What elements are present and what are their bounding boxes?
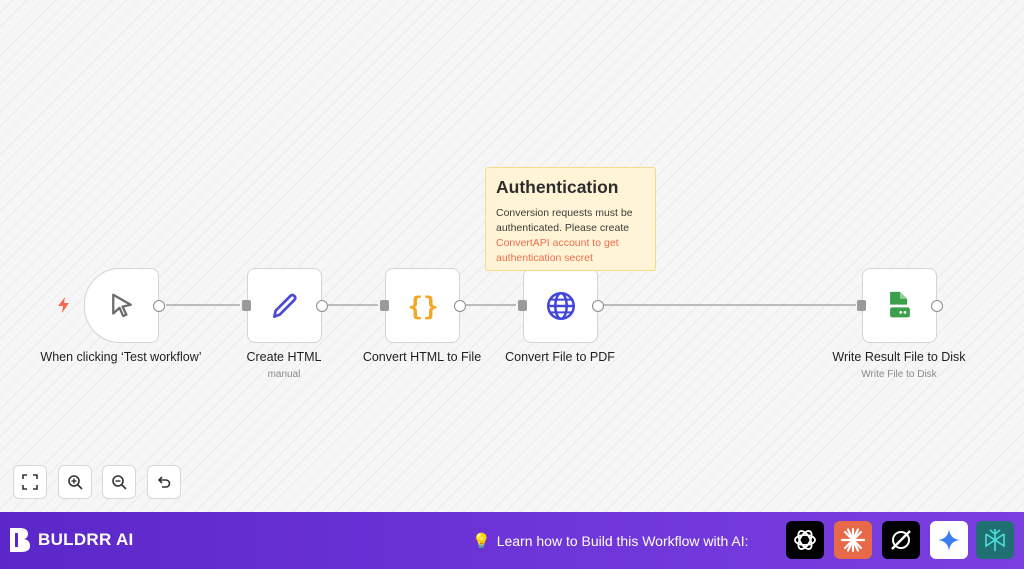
node-create-html-subtitle: manual: [267, 369, 301, 380]
node-convert-pdf[interactable]: [518, 268, 604, 343]
fit-view-icon: [22, 474, 38, 490]
node-write-file[interactable]: [857, 268, 943, 343]
grok-button[interactable]: [882, 521, 920, 559]
node-create-html[interactable]: [242, 268, 328, 343]
fit-view-button[interactable]: [13, 465, 47, 499]
workflow-canvas[interactable]: When clicking ‘Test workflow’ Create HTM…: [0, 0, 1024, 512]
perplexity-icon: [985, 529, 1005, 551]
learn-cta: 💡 Learn how to Build this Workflow with …: [472, 532, 749, 550]
reset-button[interactable]: [147, 465, 181, 499]
input-handle[interactable]: [380, 300, 389, 311]
output-handle[interactable]: [592, 300, 604, 312]
grok-icon: [891, 530, 911, 550]
brand-name: BULDRR AI: [38, 530, 134, 549]
output-handle[interactable]: [454, 300, 466, 312]
output-handle[interactable]: [316, 300, 328, 312]
learn-cta-text: Learn how to Build this Workflow with AI…: [496, 533, 749, 549]
code-braces-icon: {}: [407, 292, 438, 322]
svg-text:{}: {}: [407, 292, 438, 322]
undo-icon: [157, 476, 171, 488]
node-convert-html[interactable]: {}: [380, 268, 466, 343]
claude-icon: [840, 527, 866, 553]
file-disk-icon: [889, 291, 910, 317]
cursor-icon: [111, 293, 132, 317]
sticky-note-authentication[interactable]: Authentication Conversion requests must …: [485, 167, 656, 271]
sticky-note-body-text: Conversion requests must be authenticate…: [496, 207, 633, 234]
trigger-bolt-icon: [58, 297, 69, 313]
gemini-icon: [938, 529, 960, 551]
gemini-button[interactable]: [930, 521, 968, 559]
node-trigger[interactable]: [84, 268, 165, 343]
node-write-file-subtitle: Write File to Disk: [861, 369, 937, 380]
output-handle[interactable]: [153, 300, 165, 312]
zoom-in-icon: [68, 475, 83, 490]
zoom-out-icon: [112, 475, 127, 490]
sticky-note-title: Authentication: [496, 177, 619, 197]
buldrr-logo-icon: [10, 528, 30, 552]
sticky-note-link[interactable]: ConvertAPI account to get authentication…: [496, 237, 619, 264]
chatgpt-icon: [794, 530, 816, 550]
input-handle[interactable]: [242, 300, 251, 311]
globe-icon: [546, 291, 575, 320]
pencil-icon: [272, 293, 297, 318]
node-convert-pdf-label: Convert File to PDF: [505, 350, 615, 364]
input-handle[interactable]: [857, 300, 866, 311]
brand-logo[interactable]: BULDRR AI: [8, 526, 134, 554]
claude-button[interactable]: [834, 521, 872, 559]
sticky-note-body: Conversion requests must be authenticate…: [496, 206, 645, 266]
zoom-in-button[interactable]: [58, 465, 92, 499]
perplexity-button[interactable]: [976, 521, 1014, 559]
footer-banner: BULDRR AI 💡 Learn how to Build this Work…: [0, 512, 1024, 569]
lightbulb-icon: 💡: [472, 533, 491, 550]
zoom-out-button[interactable]: [102, 465, 136, 499]
node-write-file-label: Write Result File to Disk: [832, 350, 966, 364]
node-trigger-label: When clicking ‘Test workflow’: [40, 350, 202, 364]
input-handle[interactable]: [518, 300, 527, 311]
output-handle[interactable]: [931, 300, 943, 312]
chatgpt-button[interactable]: [786, 521, 824, 559]
